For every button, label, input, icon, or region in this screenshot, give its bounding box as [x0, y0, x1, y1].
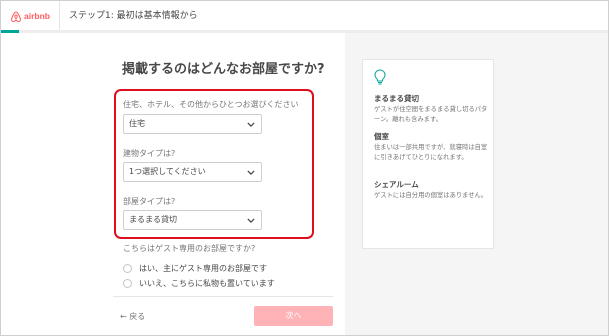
tip-body: ゲストが住空間をまるまる貸し切るパターン。離れも含みます。 [374, 106, 488, 123]
room-type-label: 部屋タイプは? [123, 197, 176, 206]
tip-card: まるまる貸切 ゲストが住空間をまるまる貸し切るパターン。離れも含みます。 個室 … [362, 59, 494, 249]
tips-panel: まるまる貸切 ゲストが住空間をまるまる貸し切るパターン。離れも含みます。 個室 … [345, 33, 608, 335]
radio-label-no: いいえ、こちらに私物も置いています [139, 278, 275, 288]
progress-fill [1, 30, 20, 33]
next-button[interactable]: 次へ [254, 306, 333, 326]
tip-title: 個室 [374, 132, 389, 141]
tip-title: シェアルーム [374, 180, 419, 189]
tip-title: まるまる貸切 [374, 94, 419, 103]
tip-entire-place: まるまる貸切 ゲストが住空間をまるまる貸し切るパターン。離れも含みます。 [374, 94, 489, 124]
tip-body: 住まいは一部共用ですが、就寝時は自室に引きあげてひとりになれます。 [374, 144, 488, 161]
back-button[interactable]: ← 戻る [120, 311, 145, 322]
airbnb-belo-icon [11, 10, 21, 22]
tip-private-room: 個室 住まいは一部共用ですが、就寝時は自室に引きあげてひとりになれます。 [374, 132, 489, 162]
top-header: airbnb ステップ1: 最初は基本情報から [1, 1, 608, 31]
step-title: ステップ1: 最初は基本情報から [69, 11, 198, 21]
chevron-down-icon [247, 218, 255, 223]
guest-only-question: こちらはゲスト専用のお部屋ですか? [123, 244, 256, 253]
property-category-label: 住宅、ホテル、その他からひとつお選びください [123, 100, 299, 109]
airbnb-logo[interactable]: airbnb [1, 1, 59, 31]
room-type-select[interactable]: まるまる貸切 [123, 210, 262, 230]
chevron-down-icon [247, 122, 255, 127]
building-type-select[interactable]: 1つ選択してください [123, 162, 262, 182]
chevron-down-icon [247, 170, 255, 175]
radio-label-yes: はい、主にゲスト専用のお部屋です [139, 263, 267, 273]
room-type-value: まるまる貸切 [129, 215, 177, 224]
building-type-label: 建物タイプは? [123, 149, 176, 158]
property-category-select[interactable]: 住宅 [123, 114, 262, 134]
tip-body: ゲストには自分用の個室はありません。 [374, 192, 488, 199]
property-category-value: 住宅 [129, 119, 145, 128]
header-divider [59, 1, 60, 31]
page-title: 掲載するのはどんなお部屋ですか? [122, 62, 325, 77]
brand-name: airbnb [24, 11, 50, 21]
radio-option-yes[interactable]: はい、主にゲスト専用のお部屋です [123, 262, 267, 274]
building-type-value: 1つ選択してください [129, 167, 206, 176]
radio-button[interactable] [123, 278, 132, 288]
lightbulb-icon [374, 69, 386, 85]
radio-button[interactable] [123, 263, 132, 273]
footer-divider [113, 296, 333, 297]
radio-option-no[interactable]: いいえ、こちらに私物も置いています [123, 277, 275, 289]
tip-shared-room: シェアルーム ゲストには自分用の個室はありません。 [374, 180, 489, 201]
